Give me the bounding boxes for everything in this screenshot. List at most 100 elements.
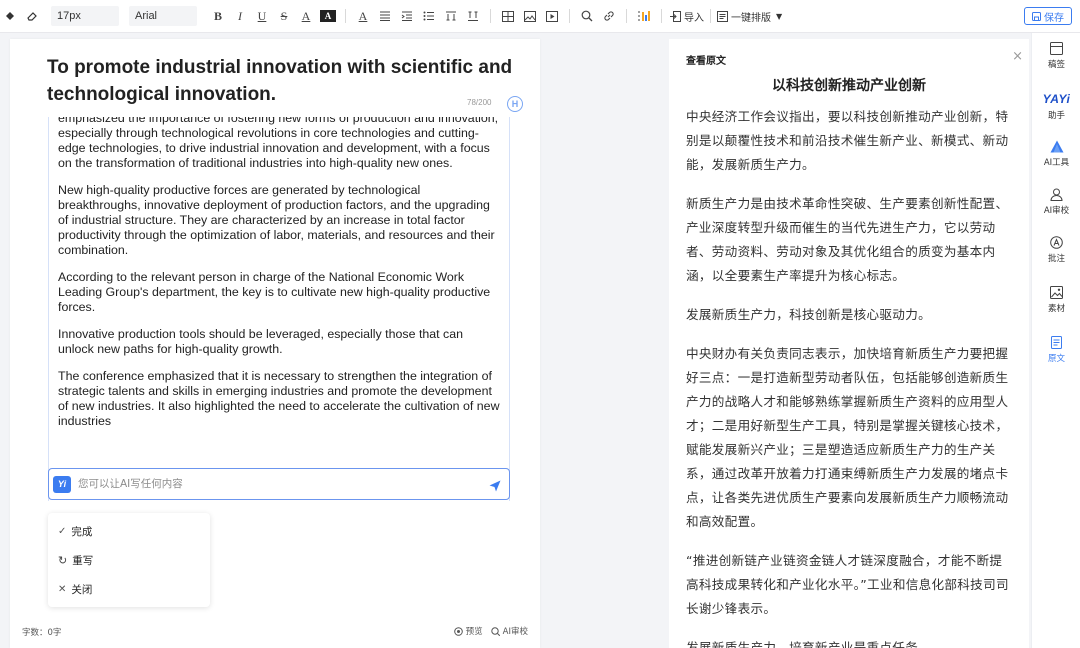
document-title[interactable]: To promote industrial innovation with sc… [47, 54, 517, 108]
format-painter-icon[interactable] [2, 6, 18, 26]
editor-panel: To promote industrial innovation with sc… [10, 39, 540, 648]
menu-item-close[interactable]: ✕ 关闭 [48, 575, 210, 604]
menu-item-label: 重写 [72, 555, 94, 567]
view-source-label: 查看原文 [686, 56, 726, 67]
ai-review-label: AI审校 [502, 627, 528, 637]
close-icon: ✕ [58, 584, 67, 595]
toolbar-divider [710, 9, 711, 23]
send-icon[interactable] [489, 477, 501, 496]
ai-format-icon[interactable] [636, 6, 652, 26]
source-text-panel: 查看原文 × 以科技创新推动产业创新 中央经济工作会议指出，要以科技创新推动产业… [669, 39, 1029, 648]
source-body: 中央经济工作会议指出，要以科技创新推动产业创新，特别是以颠覆性技术和前沿技术催生… [686, 105, 1012, 648]
toolbar-divider [345, 9, 346, 23]
one-click-layout-button[interactable]: 一键排版 ▼ [717, 9, 782, 24]
ai-action-menu: ✓ 完成 ↻ 重写 ✕ 关闭 [48, 513, 210, 607]
one-click-layout-label: 一键排版 [731, 12, 771, 24]
font-family-select[interactable]: Arial [129, 6, 197, 26]
draft-icon [1050, 42, 1063, 55]
right-sidebar: 稿签 YAYi 助手 AI工具 AI审校 批注 素材 原文 [1031, 33, 1080, 648]
ai-prompt-input[interactable] [78, 478, 478, 490]
paragraph-before-icon[interactable] [443, 6, 459, 26]
font-color-button[interactable]: A [298, 6, 314, 26]
table-icon[interactable] [500, 6, 516, 26]
video-icon[interactable] [544, 6, 560, 26]
close-icon[interactable]: × [1012, 49, 1023, 64]
sidebar-item-label: 素材 [1047, 304, 1065, 314]
align-icon[interactable] [377, 6, 393, 26]
save-button[interactable]: 保存 [1024, 7, 1072, 25]
sidebar-item-ai-review[interactable]: AI审校 [1032, 188, 1080, 216]
ai-generated-text: emphasized the importance of fostering n… [58, 117, 500, 441]
menu-item-finish[interactable]: ✓ 完成 [48, 517, 210, 546]
original-icon [1051, 336, 1062, 349]
sidebar-item-assistant[interactable]: YAYi 助手 [1032, 92, 1080, 121]
eye-icon [453, 626, 463, 636]
toolbar-divider [626, 9, 627, 23]
italic-button[interactable]: I [232, 6, 248, 26]
highlight-button[interactable]: A [320, 10, 336, 22]
sidebar-item-annotate[interactable]: 批注 [1032, 236, 1080, 264]
import-label: 导入 [684, 12, 704, 24]
underline-button[interactable]: U [254, 6, 270, 26]
title-counter: 78/200 [467, 98, 492, 107]
sidebar-item-material[interactable]: 素材 [1032, 286, 1080, 314]
sidebar-item-label: 助手 [1047, 111, 1065, 121]
ai-paragraph: The conference emphasized that it is nec… [58, 369, 500, 428]
toolbar-divider [490, 9, 491, 23]
refresh-icon: ↻ [58, 554, 68, 567]
menu-item-label: 完成 [71, 526, 93, 538]
preview-label: 预览 [465, 627, 483, 637]
sidebar-item-label: 原文 [1047, 354, 1065, 364]
toolbar-divider [661, 9, 662, 23]
paragraph-after-icon[interactable] [465, 6, 481, 26]
import-button[interactable]: 导入 [670, 9, 704, 24]
menu-item-rewrite[interactable]: ↻ 重写 [48, 546, 210, 575]
clear-format-button[interactable]: A [355, 6, 371, 26]
ai-paragraph: According to the relevant person in char… [58, 270, 491, 314]
source-title: 以科技创新推动产业创新 [772, 78, 926, 94]
ai-assistant-icon: Yi [53, 475, 71, 493]
menu-item-label: 关闭 [71, 584, 93, 596]
source-paragraph: 发展新质生产力，培育新产业是重点任务。 [686, 640, 931, 648]
sidebar-item-label: 稿签 [1047, 60, 1065, 70]
sidebar-item-ai-tools[interactable]: AI工具 [1032, 140, 1080, 168]
eraser-icon[interactable] [24, 6, 40, 26]
ai-review-icon [1050, 188, 1063, 201]
link-icon[interactable] [601, 6, 617, 26]
toolbar-divider [569, 9, 570, 23]
editor-footer: 字数：0字 预览 AI审校 [10, 621, 540, 641]
ai-tools-icon [1050, 140, 1063, 153]
font-size-select[interactable]: 17px [51, 6, 119, 26]
preview-button[interactable]: 预览 [453, 625, 483, 637]
ai-paragraph: New high-quality productive forces are g… [58, 183, 495, 257]
search-icon[interactable] [579, 6, 595, 26]
word-count: 字数：0字 [22, 628, 62, 638]
source-paragraph: 发展新质生产力，科技创新是核心驱动力。 [686, 307, 931, 322]
annotate-icon [1050, 236, 1063, 249]
save-label: 保存 [1044, 12, 1064, 24]
sidebar-item-label: AI审校 [1043, 206, 1070, 216]
source-paragraph: 中央财办有关负责同志表示，加快培育新质生产力要把握好三点：一是打造新型劳动者队伍… [686, 346, 1009, 529]
image-icon[interactable] [522, 6, 538, 26]
editor-toolbar: 17px Arial B I U S A A A 导入 一键排版 ▼ 保存 [0, 0, 1080, 33]
caret-down-icon: ▼ [776, 11, 783, 21]
review-icon [490, 626, 500, 636]
save-icon [1032, 11, 1041, 21]
ai-prompt-box: Yi [48, 468, 510, 500]
list-icon[interactable] [421, 6, 437, 26]
ai-paragraph: Innovative production tools should be le… [58, 327, 464, 356]
bold-button[interactable]: B [210, 6, 226, 26]
check-icon: ✓ [58, 526, 67, 537]
source-paragraph: 中央经济工作会议指出，要以科技创新推动产业创新，特别是以颠覆性技术和前沿技术催生… [686, 109, 1009, 172]
yayi-logo: YAYi [1042, 92, 1071, 106]
source-paragraph: “推进创新链产业链资金链人才链深度融合，才能不断提高科技成果转化和产业化水平。”… [686, 553, 1009, 616]
sidebar-item-label: 批注 [1047, 254, 1065, 264]
indent-icon[interactable] [399, 6, 415, 26]
source-paragraph: 新质生产力是由技术革命性突破、生产要素创新性配置、产业深度转型升级而催生的当代先… [686, 196, 1009, 283]
sidebar-item-original[interactable]: 原文 [1032, 330, 1080, 364]
ai-review-button[interactable]: AI审校 [490, 625, 528, 637]
heading-icon[interactable]: H [507, 96, 523, 112]
sidebar-item-draft[interactable]: 稿签 [1032, 42, 1080, 70]
strikethrough-button[interactable]: S [276, 6, 292, 26]
ai-paragraph: emphasized the importance of fostering n… [58, 117, 499, 170]
